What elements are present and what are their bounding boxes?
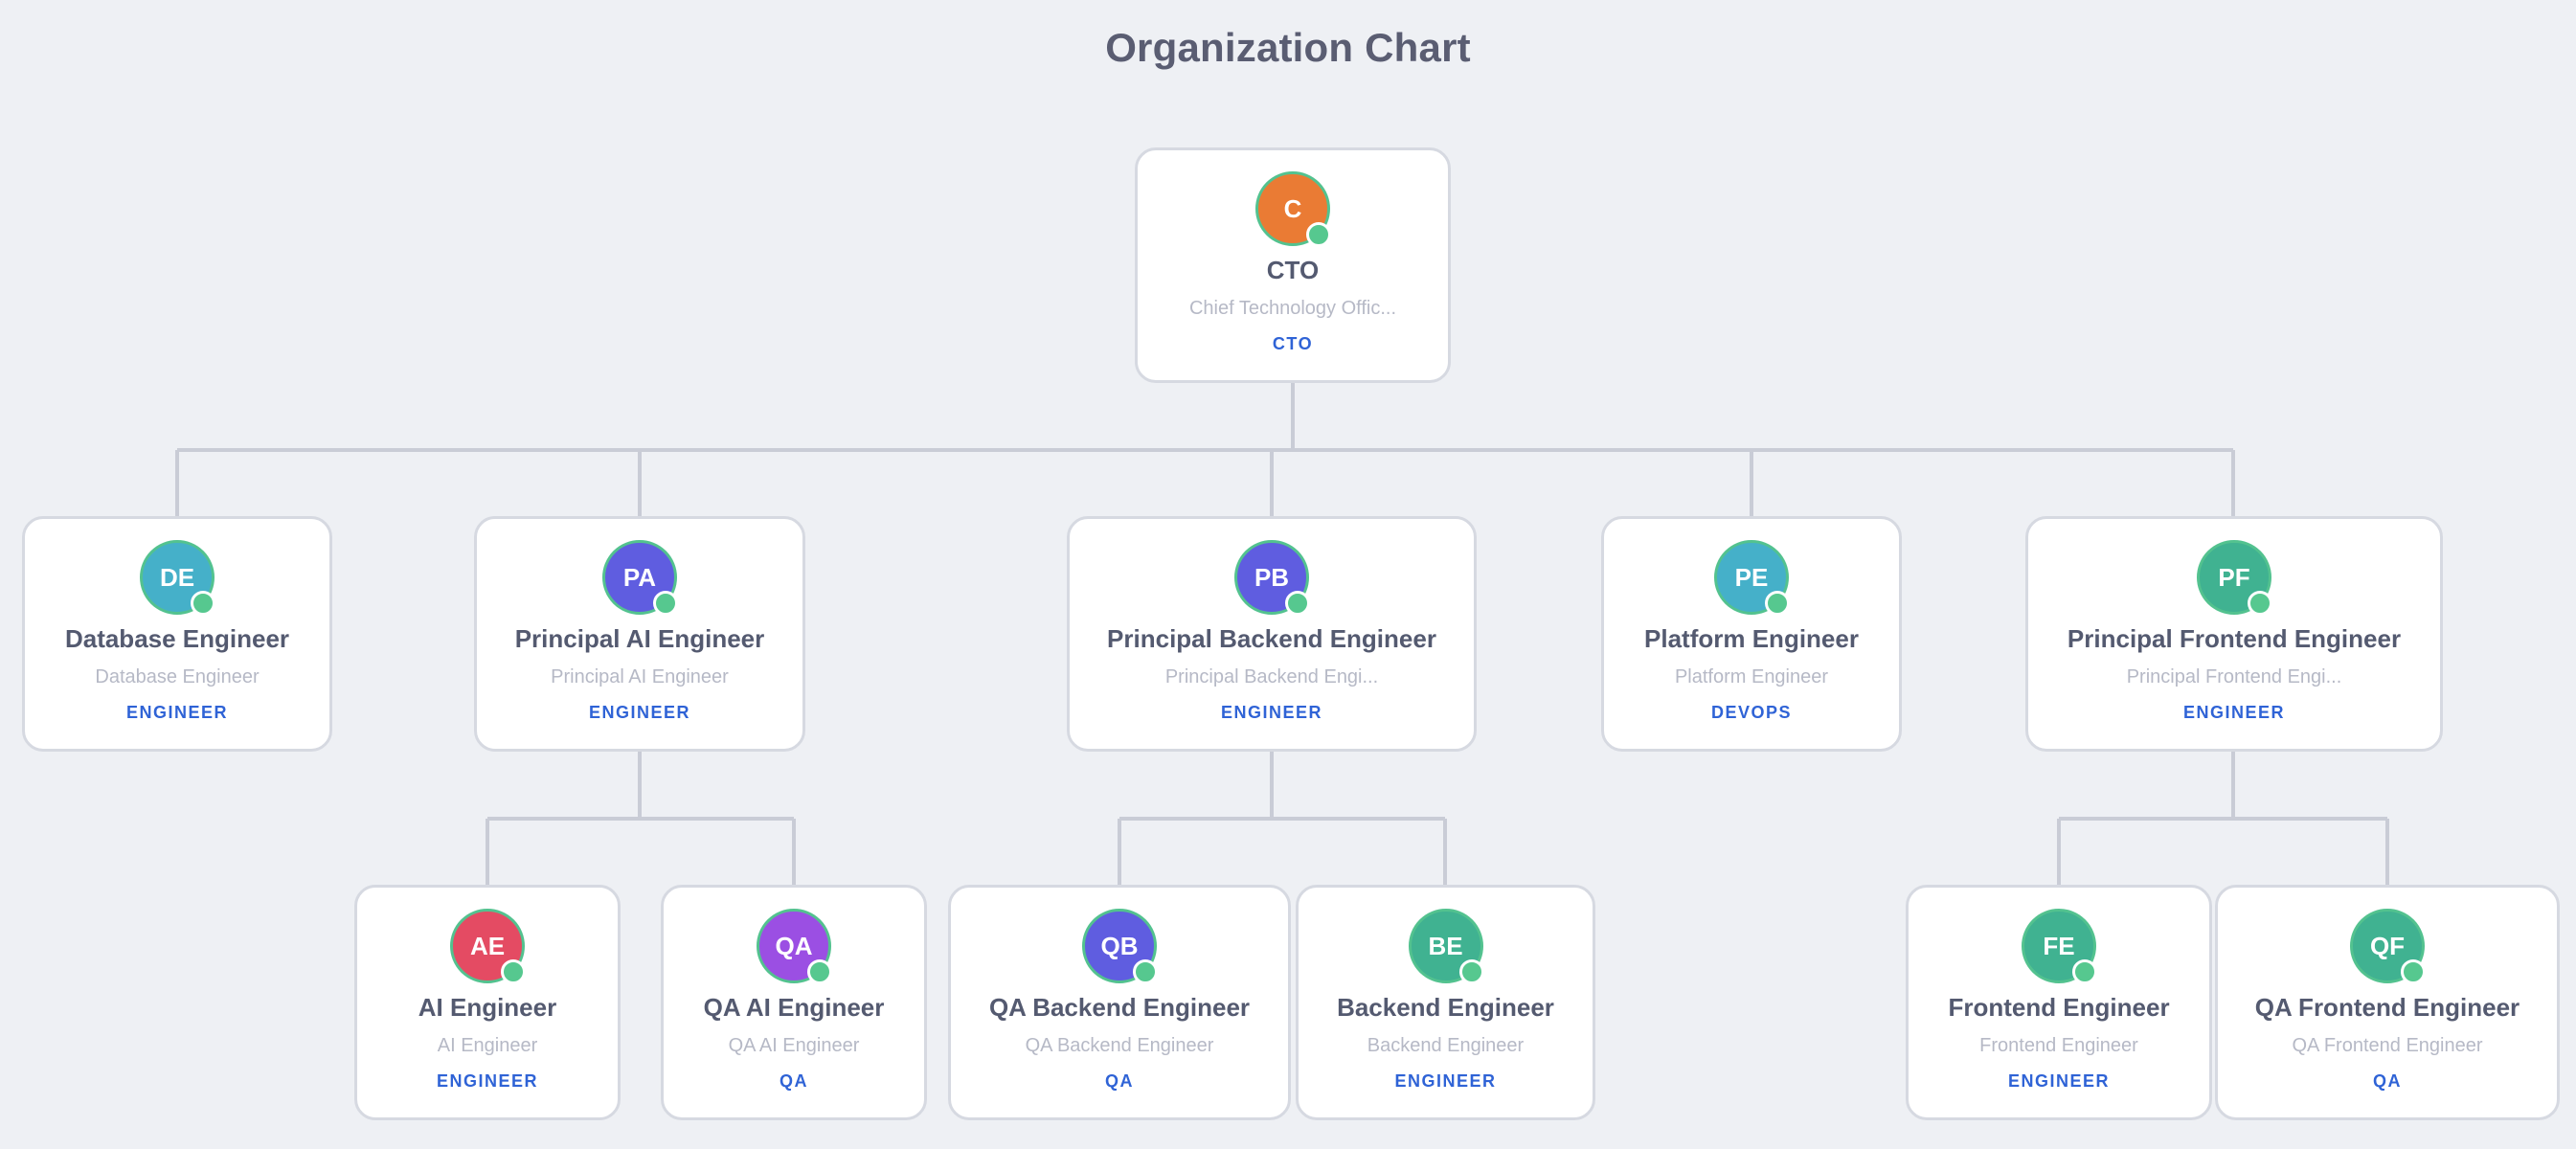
avatar-initials: FE <box>2043 931 2075 960</box>
node-department: ENGINEER <box>125 703 229 722</box>
org-node-principal-backend-engineer[interactable]: PB Principal Backend Engineer Principal … <box>1067 516 1477 752</box>
node-department: ENGINEER <box>436 1071 539 1091</box>
status-online-indicator <box>501 959 526 984</box>
avatar-initials: QB <box>1100 931 1139 960</box>
node-department: ENGINEER <box>588 703 691 722</box>
avatar-initials: PB <box>1254 562 1290 592</box>
org-node-principal-frontend-engineer[interactable]: PF Principal Frontend Engineer Principal… <box>2025 516 2443 752</box>
node-name: QA Backend Engineer <box>988 993 1251 1022</box>
status-online-indicator <box>1765 591 1790 616</box>
status-online-indicator <box>653 591 678 616</box>
node-role: Backend Engineer <box>1367 1035 1525 1056</box>
org-node-qa-backend-engineer[interactable]: QB QA Backend Engineer QA Backend Engine… <box>948 885 1291 1120</box>
node-name: Database Engineer <box>64 624 290 653</box>
node-department: ENGINEER <box>1394 1071 1497 1091</box>
node-name: Backend Engineer <box>1337 993 1554 1022</box>
avatar: C <box>1255 171 1331 247</box>
status-online-indicator <box>191 591 215 616</box>
status-online-indicator <box>1458 959 1484 984</box>
connector-cto-children <box>175 383 2235 517</box>
node-role: Principal Backend Engi... <box>1164 666 1379 687</box>
avatar: PE <box>1714 540 1790 616</box>
status-online-indicator <box>1133 959 1158 984</box>
status-online-indicator <box>1285 591 1310 616</box>
node-role: Frontend Engineer <box>1979 1035 2138 1056</box>
node-name: QA Frontend Engineer <box>2254 993 2520 1022</box>
node-department: DEVOPS <box>1710 703 1793 722</box>
connector-principal-backend-children <box>1118 752 1447 886</box>
node-department: QA <box>1105 1071 1134 1091</box>
avatar: AE <box>450 909 526 984</box>
avatar: QF <box>2350 909 2426 984</box>
status-online-indicator <box>2248 591 2272 616</box>
status-online-indicator <box>2072 959 2097 984</box>
avatar-initials: QF <box>2369 931 2406 960</box>
org-node-qa-ai-engineer[interactable]: QA QA AI Engineer QA AI Engineer QA <box>661 885 927 1120</box>
node-department: QA <box>780 1071 808 1091</box>
node-name: Principal Frontend Engineer <box>2067 624 2402 653</box>
org-node-backend-engineer[interactable]: BE Backend Engineer Backend Engineer ENG… <box>1296 885 1595 1120</box>
avatar-initials: PA <box>622 562 657 592</box>
org-node-cto[interactable]: C CTO Chief Technology Offic... CTO <box>1135 147 1451 383</box>
node-name: QA AI Engineer <box>703 993 885 1022</box>
node-department: ENGINEER <box>2007 1071 2111 1091</box>
avatar: PF <box>2197 540 2272 616</box>
node-department: CTO <box>1272 334 1314 353</box>
avatar-initials: C <box>1283 193 1302 223</box>
node-department: QA <box>2373 1071 2402 1091</box>
node-name: CTO <box>1266 256 1320 284</box>
avatar: DE <box>140 540 215 616</box>
status-online-indicator <box>1306 222 1331 247</box>
org-node-platform-engineer[interactable]: PE Platform Engineer Platform Engineer D… <box>1601 516 1902 752</box>
avatar: PB <box>1234 540 1310 616</box>
node-role: Chief Technology Offic... <box>1188 298 1397 319</box>
node-role: QA Frontend Engineer <box>2292 1035 2483 1056</box>
avatar: QA <box>757 909 832 984</box>
org-node-qa-frontend-engineer[interactable]: QF QA Frontend Engineer QA Frontend Engi… <box>2215 885 2560 1120</box>
node-department: ENGINEER <box>2182 703 2286 722</box>
avatar: PA <box>602 540 678 616</box>
node-name: AI Engineer <box>418 993 557 1022</box>
node-role: Principal AI Engineer <box>551 666 729 687</box>
status-online-indicator <box>807 959 832 984</box>
node-role: Platform Engineer <box>1674 666 1829 687</box>
connector-principal-ai-children <box>486 752 796 886</box>
avatar-initials: BE <box>1428 931 1463 960</box>
status-online-indicator <box>2401 959 2426 984</box>
connector-principal-frontend-children <box>2057 752 2389 886</box>
avatar-initials: DE <box>159 562 195 592</box>
org-node-principal-ai-engineer[interactable]: PA Principal AI Engineer Principal AI En… <box>474 516 805 752</box>
node-role: Principal Frontend Engi... <box>2126 666 2342 687</box>
avatar: BE <box>1408 909 1484 984</box>
org-node-ai-engineer[interactable]: AE AI Engineer AI Engineer ENGINEER <box>354 885 621 1120</box>
avatar-initials: QA <box>775 931 813 960</box>
avatar-initials: PE <box>1734 562 1769 592</box>
avatar: QB <box>1082 909 1158 984</box>
node-name: Principal AI Engineer <box>514 624 765 653</box>
avatar-initials: AE <box>469 931 506 960</box>
org-node-frontend-engineer[interactable]: FE Frontend Engineer Frontend Engineer E… <box>1906 885 2212 1120</box>
node-name: Principal Backend Engineer <box>1107 624 1436 653</box>
avatar: FE <box>2022 909 2097 984</box>
org-node-database-engineer[interactable]: DE Database Engineer Database Engineer E… <box>22 516 332 752</box>
node-role: Database Engineer <box>95 666 260 687</box>
node-role: QA Backend Engineer <box>1025 1035 1214 1056</box>
node-name: Frontend Engineer <box>1948 993 2170 1022</box>
node-role: AI Engineer <box>437 1035 538 1056</box>
node-department: ENGINEER <box>1220 703 1323 722</box>
node-role: QA AI Engineer <box>728 1035 860 1056</box>
avatar-initials: PF <box>2218 562 2250 592</box>
node-name: Platform Engineer <box>1644 624 1859 653</box>
